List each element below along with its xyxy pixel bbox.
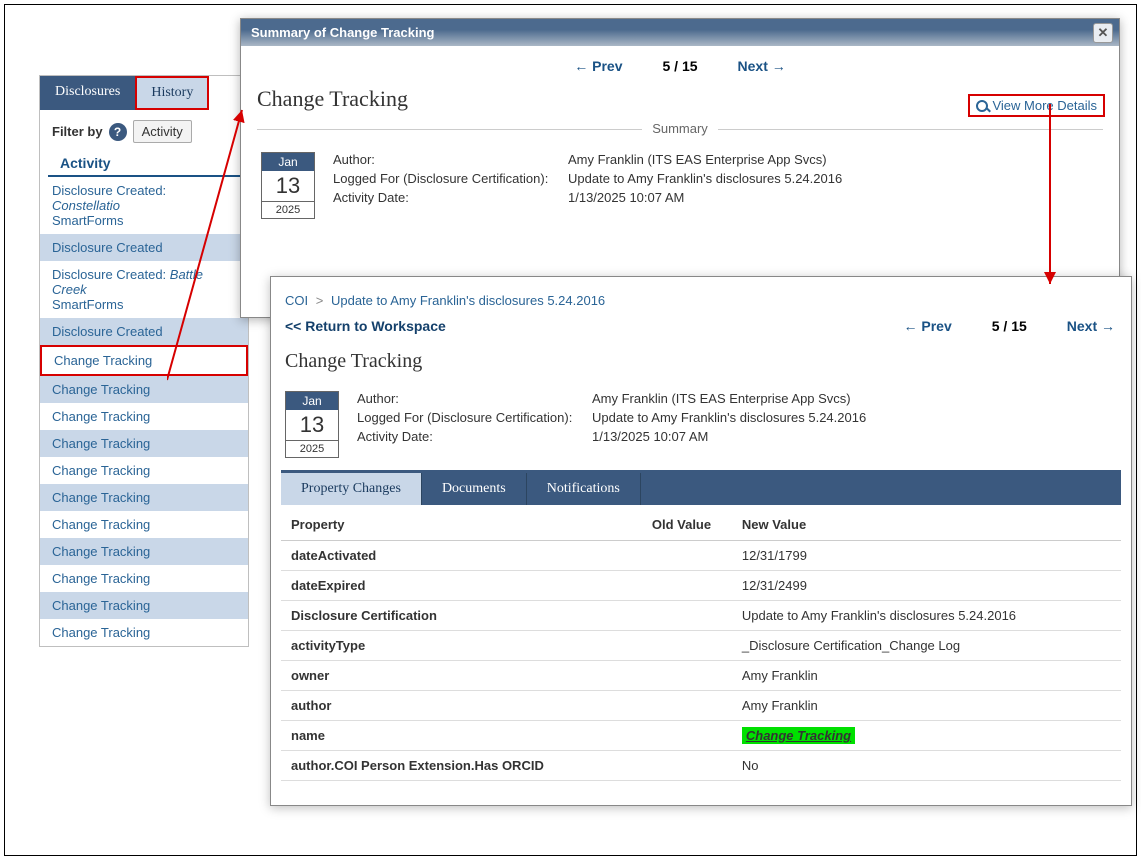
help-icon[interactable]: ? (109, 123, 127, 141)
close-icon[interactable]: ✕ (1093, 23, 1113, 43)
filter-row: Filter by ? Activity (40, 110, 248, 149)
activity-header: Activity (48, 149, 240, 177)
modal-detail-row: Jan 13 2025 Author: Amy Franklin (ITS EA… (257, 148, 1103, 219)
tab-property-changes[interactable]: Property Changes (281, 473, 422, 505)
prev-button[interactable]: ← Prev (574, 58, 622, 74)
activity-item[interactable]: Change Tracking (40, 376, 248, 403)
activity-item[interactable]: Change Tracking (40, 619, 248, 646)
detail-meta-row: Jan 13 2025 Author: Amy Franklin (ITS EA… (281, 387, 1121, 458)
table-row: authorAmy Franklin (281, 691, 1121, 721)
meta-grid: Author: Amy Franklin (ITS EAS Enterprise… (357, 391, 866, 444)
summary-modal: Summary of Change Tracking ✕ ← Prev 5 / … (240, 18, 1120, 318)
modal-titlebar: Summary of Change Tracking ✕ (241, 19, 1119, 46)
table-row: nameChange Tracking (281, 721, 1121, 751)
table-row: dateExpired12/31/2499 (281, 571, 1121, 601)
tab-notifications[interactable]: Notifications (527, 473, 641, 505)
table-row: ownerAmy Franklin (281, 661, 1121, 691)
date-badge: Jan 13 2025 (261, 152, 315, 219)
history-sidebar: Disclosures History Filter by ? Activity… (39, 75, 249, 647)
prev-button[interactable]: ← Prev (903, 318, 951, 334)
activity-item[interactable]: Change Tracking (40, 403, 248, 430)
filter-label: Filter by (52, 124, 103, 139)
col-property: Property (281, 509, 642, 541)
return-to-workspace-link[interactable]: << Return to Workspace (285, 318, 446, 334)
col-old-value: Old Value (642, 509, 732, 541)
detail-sub-tabs: Property Changes Documents Notifications (281, 470, 1121, 505)
page-count: 5 / 15 (662, 58, 697, 74)
activity-item[interactable]: Change Tracking (40, 457, 248, 484)
date-year: 2025 (262, 201, 314, 218)
activity-item[interactable]: Change Tracking (40, 592, 248, 619)
breadcrumb: COI > Update to Amy Franklin's disclosur… (281, 285, 1121, 316)
col-new-value: New Value (732, 509, 1121, 541)
date-badge: Jan 13 2025 (285, 391, 339, 458)
tab-history[interactable]: History (135, 76, 209, 110)
table-row: activityType_Disclosure Certification_Ch… (281, 631, 1121, 661)
page-count: 5 / 15 (992, 318, 1027, 334)
table-row: dateActivated12/31/1799 (281, 541, 1121, 571)
modal-pager: ← Prev 5 / 15 Next → (257, 56, 1103, 80)
next-button[interactable]: Next → (738, 58, 786, 74)
breadcrumb-root[interactable]: COI (285, 293, 308, 308)
meta-grid: Author: Amy Franklin (ITS EAS Enterprise… (333, 152, 842, 205)
tab-documents[interactable]: Documents (422, 473, 527, 505)
activity-item[interactable]: Disclosure Created (40, 234, 248, 261)
property-changes-table: Property Old Value New Value dateActivat… (281, 509, 1121, 781)
main-tabs: Disclosures History (40, 76, 248, 110)
table-row: Disclosure CertificationUpdate to Amy Fr… (281, 601, 1121, 631)
activity-item[interactable]: Change Tracking (40, 345, 248, 376)
activity-item[interactable]: Change Tracking (40, 430, 248, 457)
activity-item[interactable]: Change Tracking (40, 538, 248, 565)
activity-item[interactable]: Disclosure Created: Battle CreekSmartFor… (40, 261, 248, 318)
modal-title: Summary of Change Tracking (251, 25, 435, 40)
magnify-icon (976, 100, 988, 112)
activity-item[interactable]: Disclosure Created: ConstellatioSmartFor… (40, 177, 248, 234)
tab-disclosures[interactable]: Disclosures (40, 76, 135, 110)
date-day: 13 (262, 171, 314, 201)
activity-item[interactable]: Disclosure Created (40, 318, 248, 345)
view-more-details-link[interactable]: View More Details (968, 94, 1105, 117)
next-button[interactable]: Next → (1067, 318, 1115, 334)
activity-item[interactable]: Change Tracking (40, 484, 248, 511)
detail-pager: ← Prev 5 / 15 Next → (903, 318, 1115, 334)
detail-heading: Change Tracking (285, 350, 1117, 373)
breadcrumb-current[interactable]: Update to Amy Franklin's disclosures 5.2… (331, 293, 605, 308)
date-month: Jan (262, 153, 314, 171)
table-row: author.COI Person Extension.Has ORCIDNo (281, 751, 1121, 781)
activity-item[interactable]: Change Tracking (40, 565, 248, 592)
detail-panel: COI > Update to Amy Franklin's disclosur… (270, 276, 1132, 806)
activity-list: Disclosure Created: ConstellatioSmartFor… (40, 177, 248, 646)
summary-divider: Summary (257, 128, 1103, 130)
activity-item[interactable]: Change Tracking (40, 511, 248, 538)
filter-select[interactable]: Activity (133, 120, 192, 143)
